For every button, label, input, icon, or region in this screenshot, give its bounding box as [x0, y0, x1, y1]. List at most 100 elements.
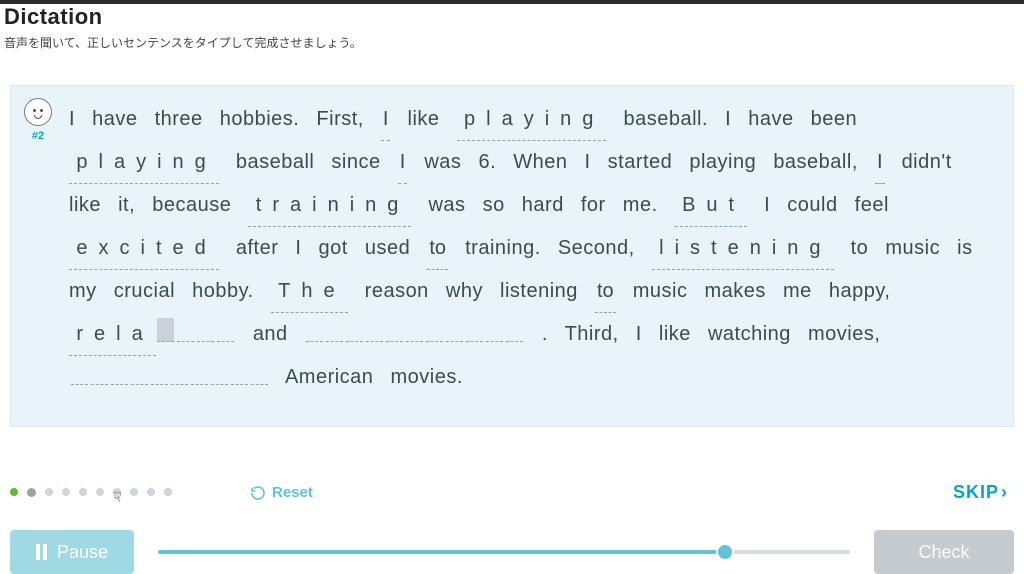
word: I — [295, 237, 301, 259]
word: why — [446, 280, 483, 302]
filled-blank[interactable]: The — [271, 270, 348, 313]
word: First, — [316, 108, 363, 130]
word: could — [787, 194, 837, 216]
filled-blank[interactable]: I — [398, 141, 408, 184]
filled-blank[interactable]: But — [675, 184, 747, 227]
check-button[interactable]: Check — [874, 530, 1014, 574]
progress-dot[interactable] — [62, 488, 70, 496]
reset-button[interactable]: Reset — [244, 483, 319, 502]
filled-blank[interactable]: to — [595, 270, 616, 313]
filled-blank[interactable]: I — [875, 141, 885, 184]
progress-dots — [10, 488, 172, 497]
filled-blank[interactable]: listening — [652, 227, 834, 270]
word: and — [253, 323, 288, 345]
word: reason — [365, 280, 429, 302]
word: used — [365, 237, 410, 259]
word: have — [748, 108, 793, 130]
punct: . — [542, 323, 548, 345]
filled-blank[interactable]: to — [427, 227, 448, 270]
word: because — [152, 194, 231, 216]
pause-icon — [36, 544, 47, 560]
blank-word[interactable] — [305, 313, 525, 355]
dictation-panel: #2 I have three hobbies. First, I like p… — [10, 85, 1014, 427]
word: got — [319, 237, 348, 259]
word: hobby. — [192, 280, 254, 302]
progress-dot[interactable] — [79, 488, 87, 496]
word: Third, — [565, 323, 619, 345]
page-title: Dictation — [4, 4, 1020, 30]
speaker-avatar — [24, 98, 52, 126]
word: me — [783, 280, 812, 302]
word: for — [581, 194, 606, 216]
word: so — [483, 194, 505, 216]
word: baseball. — [623, 108, 708, 130]
word: happy, — [829, 280, 891, 302]
word: was — [428, 194, 465, 216]
controls-row: Reset SKIP › — [10, 481, 1014, 504]
word: I — [764, 194, 770, 216]
word: been — [811, 108, 858, 130]
word: it, — [118, 194, 135, 216]
word: like — [659, 323, 691, 345]
skip-button[interactable]: SKIP › — [947, 481, 1014, 504]
word: my — [69, 280, 97, 302]
word: have — [92, 108, 137, 130]
word: playing — [689, 151, 756, 173]
word: American — [285, 366, 373, 388]
word: movies, — [808, 323, 880, 345]
word: I — [725, 108, 731, 130]
word: I — [585, 151, 591, 173]
word: like — [69, 194, 101, 216]
word: is — [957, 237, 972, 259]
progress-dot[interactable] — [164, 488, 172, 496]
filled-blank[interactable]: playing — [457, 98, 607, 141]
progress-dot[interactable] — [130, 488, 138, 496]
filled-blank[interactable]: excited — [69, 227, 219, 270]
word: watching — [708, 323, 791, 345]
word: I — [636, 323, 642, 345]
filled-blank[interactable]: I — [381, 98, 391, 141]
word: since — [331, 151, 380, 173]
word: hobbies. — [220, 108, 300, 130]
word: after — [236, 237, 279, 259]
slider-fill — [158, 550, 725, 554]
page-subtitle: 音声を聞いて、正しいセンテンスをタイプして完成させましょう。 — [4, 34, 1020, 51]
pause-button[interactable]: Pause — [10, 530, 134, 574]
progress-dot[interactable] — [27, 488, 36, 497]
reset-label: Reset — [272, 484, 313, 501]
progress-dot[interactable] — [96, 488, 104, 496]
progress-dot[interactable] — [113, 488, 121, 496]
check-label: Check — [918, 542, 969, 563]
slider-thumb[interactable] — [718, 545, 732, 559]
partial-blank[interactable]: rela — [69, 313, 236, 356]
word: Second, — [558, 237, 635, 259]
word: baseball — [236, 151, 315, 173]
progress-dot[interactable] — [147, 488, 155, 496]
speaker-tag: #2 — [21, 130, 55, 142]
filled-blank: rela — [69, 313, 156, 356]
filled-blank[interactable]: training — [248, 184, 411, 227]
filled-blank[interactable]: playing — [69, 141, 219, 184]
word: baseball, — [773, 151, 858, 173]
word: music — [633, 280, 688, 302]
progress-dot[interactable] — [10, 488, 18, 496]
word: crucial — [114, 280, 175, 302]
bottom-bar: Pause Check — [10, 530, 1014, 574]
progress-dot[interactable] — [45, 488, 53, 496]
input-cursor[interactable] — [157, 318, 174, 342]
word: movies. — [391, 366, 463, 388]
word: When — [513, 151, 567, 173]
word: like — [408, 108, 440, 130]
audio-slider[interactable] — [158, 537, 850, 567]
word: training. — [465, 237, 541, 259]
word: feel — [855, 194, 889, 216]
word: music — [885, 237, 940, 259]
word: started — [608, 151, 673, 173]
blank-word[interactable] — [69, 356, 269, 398]
word: to — [851, 237, 869, 259]
word: listening — [500, 280, 578, 302]
reset-icon — [250, 485, 266, 501]
word: didn't — [902, 151, 952, 173]
word: I — [69, 108, 75, 130]
dictation-text[interactable]: I have three hobbies. First, I like play… — [69, 98, 1003, 398]
